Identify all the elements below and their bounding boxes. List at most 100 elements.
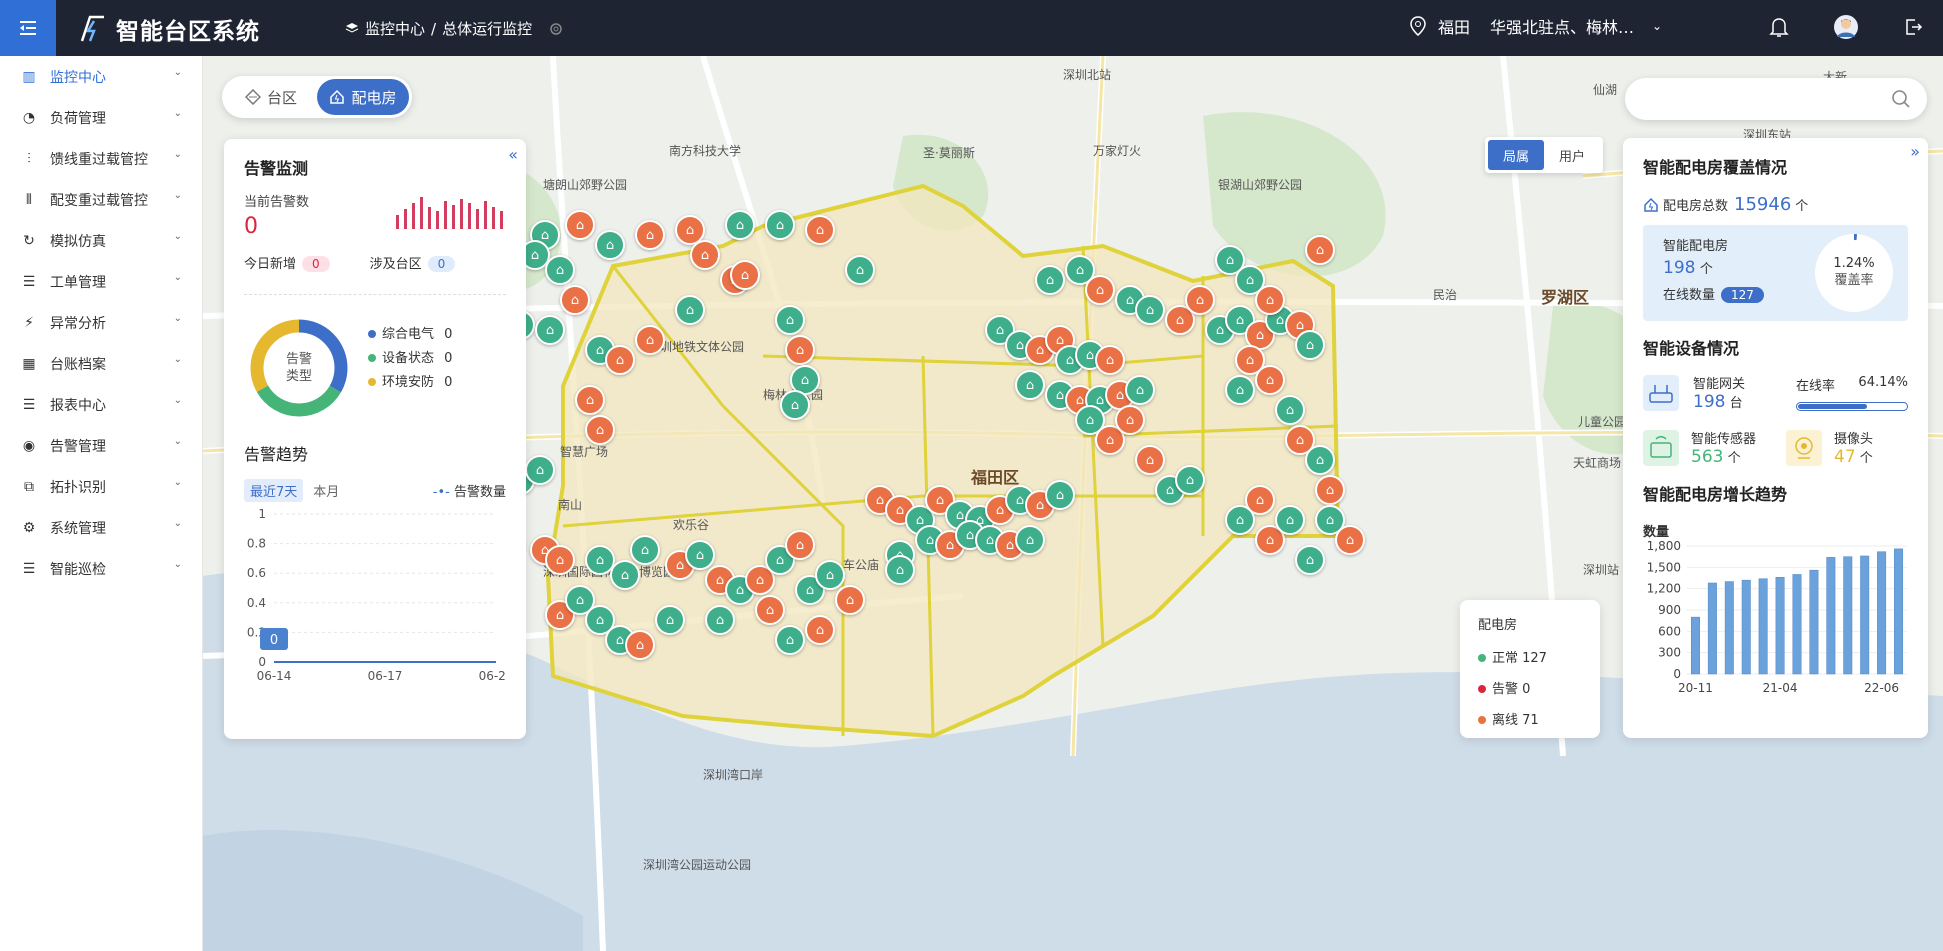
search-icon[interactable] bbox=[1891, 89, 1911, 109]
substation-marker-normal[interactable]: ⌂ bbox=[1295, 330, 1325, 360]
location-selector[interactable]: 福田 华强北驻点、梅林… ⌄ bbox=[1410, 14, 1662, 38]
chevron-down-icon[interactable]: ⌄ bbox=[174, 67, 182, 78]
substation-marker-offline[interactable]: ⌂ bbox=[605, 345, 635, 375]
chevron-down-icon[interactable]: ⌄ bbox=[174, 313, 182, 324]
chevron-down-icon[interactable]: ⌄ bbox=[174, 436, 182, 447]
substation-marker-normal[interactable]: ⌂ bbox=[885, 555, 915, 585]
substation-marker-normal[interactable]: ⌂ bbox=[675, 295, 705, 325]
breadcrumb-root[interactable]: 监控中心 bbox=[365, 18, 425, 39]
map-search-box[interactable] bbox=[1625, 78, 1927, 120]
substation-marker-normal[interactable]: ⌂ bbox=[1275, 505, 1305, 535]
substation-marker-normal[interactable]: ⌂ bbox=[1015, 370, 1045, 400]
tab-substation[interactable]: 配电房 bbox=[317, 79, 409, 115]
substation-marker-offline[interactable]: ⌂ bbox=[1115, 405, 1145, 435]
substation-marker-normal[interactable]: ⌂ bbox=[1275, 395, 1305, 425]
substation-marker-offline[interactable]: ⌂ bbox=[805, 215, 835, 245]
substation-marker-offline[interactable]: ⌂ bbox=[1255, 285, 1285, 315]
sidebar-item-10[interactable]: ⧉ 拓扑识别 ⌄ bbox=[0, 466, 202, 507]
substation-marker-offline[interactable]: ⌂ bbox=[785, 530, 815, 560]
gear-icon[interactable] bbox=[548, 21, 564, 37]
chevron-down-icon[interactable]: ⌄ bbox=[174, 190, 182, 201]
sidebar-item-0[interactable]: ▥ 监控中心 ⌄ bbox=[0, 56, 202, 97]
substation-marker-normal[interactable]: ⌂ bbox=[1295, 545, 1325, 575]
logout-icon[interactable] bbox=[1903, 17, 1923, 37]
substation-marker-offline[interactable]: ⌂ bbox=[690, 240, 720, 270]
substation-marker-normal[interactable]: ⌂ bbox=[1125, 375, 1155, 405]
substation-marker-normal[interactable]: ⌂ bbox=[595, 230, 625, 260]
substation-marker-normal[interactable]: ⌂ bbox=[775, 305, 805, 335]
substation-marker-offline[interactable]: ⌂ bbox=[585, 415, 615, 445]
substation-marker-offline[interactable]: ⌂ bbox=[1085, 275, 1115, 305]
substation-marker-normal[interactable]: ⌂ bbox=[1045, 480, 1075, 510]
chevron-down-icon[interactable]: ⌄ bbox=[174, 108, 182, 119]
substation-marker-offline[interactable]: ⌂ bbox=[805, 615, 835, 645]
sidebar-item-11[interactable]: ⚙ 系统管理 ⌄ bbox=[0, 507, 202, 548]
period-month-button[interactable]: 本月 bbox=[313, 481, 339, 500]
substation-marker-offline[interactable]: ⌂ bbox=[635, 220, 665, 250]
substation-marker-offline[interactable]: ⌂ bbox=[835, 585, 865, 615]
substation-marker-offline[interactable]: ⌂ bbox=[575, 385, 605, 415]
substation-marker-normal[interactable]: ⌂ bbox=[610, 560, 640, 590]
chevron-down-icon[interactable]: ⌄ bbox=[174, 354, 182, 365]
scope-user-button[interactable]: 用户 bbox=[1544, 140, 1600, 170]
substation-marker-normal[interactable]: ⌂ bbox=[815, 560, 845, 590]
substation-marker-normal[interactable]: ⌂ bbox=[545, 255, 575, 285]
substation-marker-normal[interactable]: ⌂ bbox=[1135, 295, 1165, 325]
substation-marker-offline[interactable]: ⌂ bbox=[785, 335, 815, 365]
substation-marker-offline[interactable]: ⌂ bbox=[1315, 475, 1345, 505]
substation-marker-normal[interactable]: ⌂ bbox=[1225, 375, 1255, 405]
sidebar-item-1[interactable]: ◔ 负荷管理 ⌄ bbox=[0, 97, 202, 138]
substation-marker-normal[interactable]: ⌂ bbox=[1175, 465, 1205, 495]
sidebar-item-8[interactable]: ☰ 报表中心 ⌄ bbox=[0, 384, 202, 425]
substation-marker-normal[interactable]: ⌂ bbox=[1225, 505, 1255, 535]
substation-marker-offline[interactable]: ⌂ bbox=[755, 595, 785, 625]
collapse-right-icon[interactable]: » bbox=[1910, 142, 1920, 161]
substation-marker-offline[interactable]: ⌂ bbox=[560, 285, 590, 315]
substation-marker-normal[interactable]: ⌂ bbox=[845, 255, 875, 285]
sidebar-item-4[interactable]: ↻ 模拟仿真 ⌄ bbox=[0, 220, 202, 261]
bell-icon[interactable] bbox=[1769, 16, 1789, 38]
sidebar-item-6[interactable]: ⚡ 异常分析 ⌄ bbox=[0, 302, 202, 343]
substation-marker-normal[interactable]: ⌂ bbox=[765, 210, 795, 240]
substation-marker-offline[interactable]: ⌂ bbox=[1135, 445, 1165, 475]
substation-marker-offline[interactable]: ⌂ bbox=[1255, 365, 1285, 395]
scope-bureau-button[interactable]: 局属 bbox=[1488, 140, 1544, 170]
substation-marker-normal[interactable]: ⌂ bbox=[775, 625, 805, 655]
substation-marker-offline[interactable]: ⌂ bbox=[635, 325, 665, 355]
avatar[interactable] bbox=[1833, 14, 1859, 40]
substation-marker-offline[interactable]: ⌂ bbox=[1185, 285, 1215, 315]
substation-marker-normal[interactable]: ⌂ bbox=[630, 535, 660, 565]
substation-marker-normal[interactable]: ⌂ bbox=[1015, 525, 1045, 555]
sidebar-item-7[interactable]: ▦ 台账档案 ⌄ bbox=[0, 343, 202, 384]
substation-marker-normal[interactable]: ⌂ bbox=[1035, 265, 1065, 295]
substation-marker-normal[interactable]: ⌂ bbox=[655, 605, 685, 635]
chevron-down-icon[interactable]: ⌄ bbox=[174, 272, 182, 283]
sidebar-item-2[interactable]: ⫶ 馈线重过载管控 ⌄ bbox=[0, 138, 202, 179]
substation-marker-normal[interactable]: ⌂ bbox=[525, 455, 555, 485]
chevron-down-icon[interactable]: ⌄ bbox=[174, 395, 182, 406]
sidebar-item-3[interactable]: ⫴ 配变重过载管控 ⌄ bbox=[0, 179, 202, 220]
substation-marker-normal[interactable]: ⌂ bbox=[705, 605, 735, 635]
substation-marker-offline[interactable]: ⌂ bbox=[1335, 525, 1365, 555]
collapse-left-icon[interactable]: « bbox=[508, 145, 518, 164]
substation-marker-offline[interactable]: ⌂ bbox=[625, 630, 655, 660]
chevron-down-icon[interactable]: ⌄ bbox=[174, 477, 182, 488]
period-7days-button[interactable]: 最近7天 bbox=[244, 479, 304, 502]
substation-marker-offline[interactable]: ⌂ bbox=[1095, 345, 1125, 375]
substation-marker-normal[interactable]: ⌂ bbox=[1305, 445, 1335, 475]
sidebar-item-5[interactable]: ☰ 工单管理 ⌄ bbox=[0, 261, 202, 302]
substation-marker-offline[interactable]: ⌂ bbox=[730, 260, 760, 290]
substation-marker-normal[interactable]: ⌂ bbox=[685, 540, 715, 570]
substation-marker-offline[interactable]: ⌂ bbox=[1305, 235, 1335, 265]
chevron-down-icon[interactable]: ⌄ bbox=[174, 559, 182, 570]
sidebar-item-12[interactable]: ☰ 智能巡检 ⌄ bbox=[0, 548, 202, 589]
chevron-down-icon[interactable]: ⌄ bbox=[174, 231, 182, 242]
chevron-down-icon[interactable]: ⌄ bbox=[174, 518, 182, 529]
substation-marker-normal[interactable]: ⌂ bbox=[725, 210, 755, 240]
substation-marker-normal[interactable]: ⌂ bbox=[780, 390, 810, 420]
tab-area[interactable]: 台区 bbox=[225, 79, 317, 115]
menu-toggle-button[interactable] bbox=[0, 0, 56, 56]
chevron-down-icon[interactable]: ⌄ bbox=[174, 149, 182, 160]
substation-marker-offline[interactable]: ⌂ bbox=[545, 545, 575, 575]
sidebar-item-9[interactable]: ◉ 告警管理 ⌄ bbox=[0, 425, 202, 466]
